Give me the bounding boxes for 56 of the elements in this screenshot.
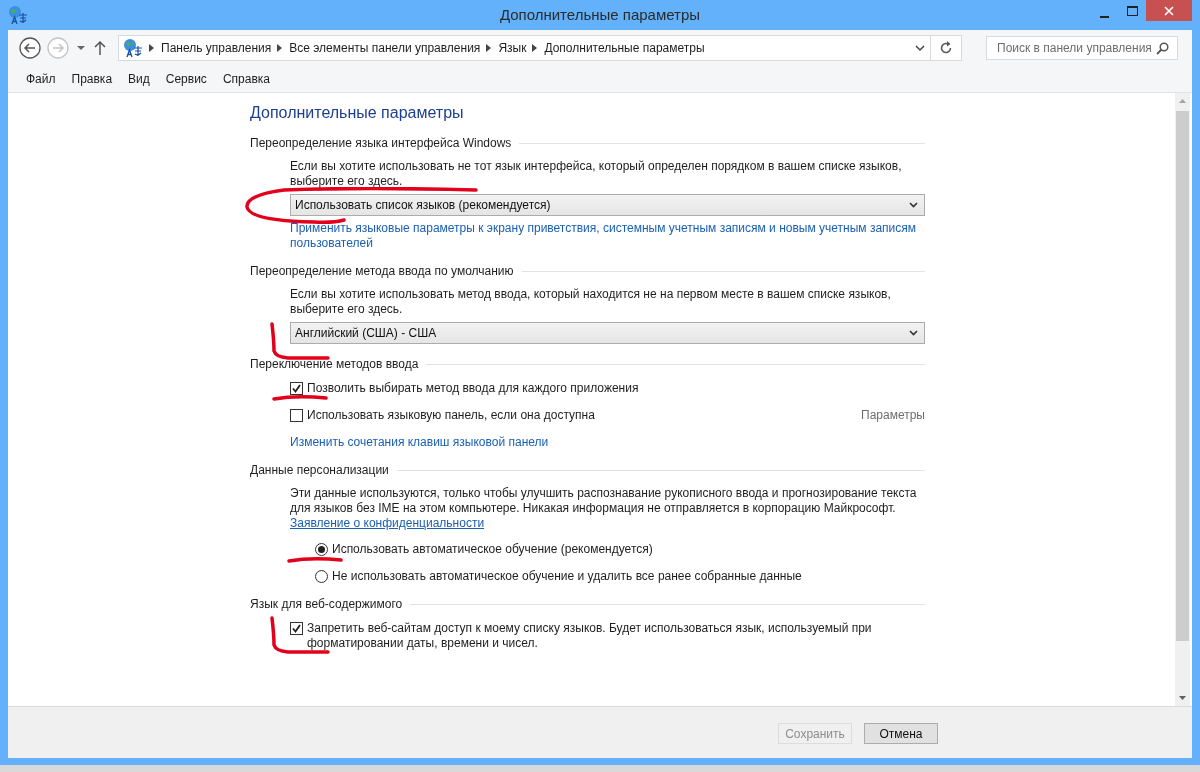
breadcrumb[interactable]: Дополнительные параметры	[544, 41, 705, 55]
breadcrumb[interactable]: Язык	[498, 41, 527, 55]
description-text: Если вы хотите использовать метод ввода, который находится не на первом месте в вашем списке языков, выберите его здесь.	[290, 287, 892, 317]
address-bar[interactable]: Панель управления Все элементы панели управления Язык Дополнительные параметры	[118, 35, 962, 61]
location-icon	[123, 38, 143, 58]
checkbox-label[interactable]: Запретить веб-сайтам доступ к моему списку языков. Будет использоваться язык, используемый при форматировании даты, времени и чисел.	[307, 621, 925, 651]
chevron-icon	[486, 44, 493, 52]
check-icon	[292, 384, 301, 393]
section-title: Переключение методов ввода	[250, 356, 419, 372]
link[interactable]: Заявление о конфиденциальности	[290, 516, 485, 531]
maximize-icon	[1126, 6, 1138, 16]
radio-button[interactable]	[315, 543, 328, 556]
radio-label[interactable]: Не использовать автоматическое обучение и удалить все ранее собранные данные	[332, 569, 802, 584]
back-button[interactable]	[18, 36, 42, 60]
scrollbar[interactable]	[1175, 93, 1190, 706]
dialog-button[interactable]: Отмена	[864, 723, 938, 744]
radio-label[interactable]: Использовать автоматическое обучение (рекомендуется)	[332, 542, 653, 557]
search-icon	[1156, 41, 1169, 55]
checkbox[interactable]	[290, 409, 303, 422]
annotation-mark	[272, 393, 330, 403]
chevron-icon	[277, 44, 284, 52]
dropdown[interactable]: Использовать список языков (рекомендуется)	[290, 194, 925, 216]
checkbox[interactable]	[290, 382, 303, 395]
menu-item[interactable]: Справка	[214, 72, 278, 86]
checkbox-label[interactable]: Использовать языковую панель, если она доступна	[307, 408, 595, 423]
section-title: Переопределение языка интерфейса Windows	[250, 135, 512, 151]
refresh-icon	[939, 41, 953, 55]
breadcrumb[interactable]: Панель управления	[161, 41, 272, 55]
history-dropdown-icon[interactable]	[915, 44, 925, 52]
chevron-icon	[149, 44, 155, 52]
annotation-mark	[287, 555, 345, 565]
window-title: Дополнительные параметры	[499, 6, 701, 23]
link[interactable]: Применить языковые параметры к экрану приветствия, системным учетным записям и новым учетным записям пользователей	[290, 221, 925, 251]
section-title: Переопределение метода ввода по умолчанию	[250, 263, 514, 279]
description-text: Эти данные используются, только чтобы улучшить распознавание рукописного ввода и прогнозирование текста для языков без IME на этом компьютере. Никакая информация не отправляется в корпорацию Майкрософт.	[290, 486, 918, 516]
section-title: Данные персонализации	[250, 462, 389, 478]
checkbox[interactable]	[290, 622, 303, 635]
menu-item[interactable]: Правка	[63, 72, 121, 86]
search-field[interactable]: Поиск в панели управления	[986, 36, 1178, 60]
description-text: Если вы хотите использовать не тот язык интерфейса, который определен порядком в вашем списке языков, выберите его здесь.	[290, 159, 903, 189]
close-icon	[1164, 5, 1174, 16]
radio-button[interactable]	[315, 570, 328, 583]
app-icon	[8, 5, 28, 25]
check-icon	[292, 624, 301, 633]
dropdown[interactable]: Английский (США) - США	[290, 322, 925, 344]
chevron-icon	[532, 44, 539, 52]
checkbox-label[interactable]: Позволить выбирать метод ввода для каждого приложения	[307, 381, 639, 396]
scroll-down-icon[interactable]	[1179, 696, 1186, 700]
breadcrumb[interactable]: Все элементы панели управления	[289, 41, 481, 55]
menu-item[interactable]: Сервис	[157, 72, 215, 86]
menu-item[interactable]: Вид	[120, 72, 158, 86]
link[interactable]: Изменить сочетания клавиш языковой панели	[290, 435, 925, 450]
minimize-icon	[1099, 16, 1109, 18]
page-heading: Дополнительные параметры	[250, 103, 465, 123]
menu-item[interactable]: Файл	[18, 72, 64, 86]
section-title: Язык для веб-содержимого	[250, 596, 403, 612]
